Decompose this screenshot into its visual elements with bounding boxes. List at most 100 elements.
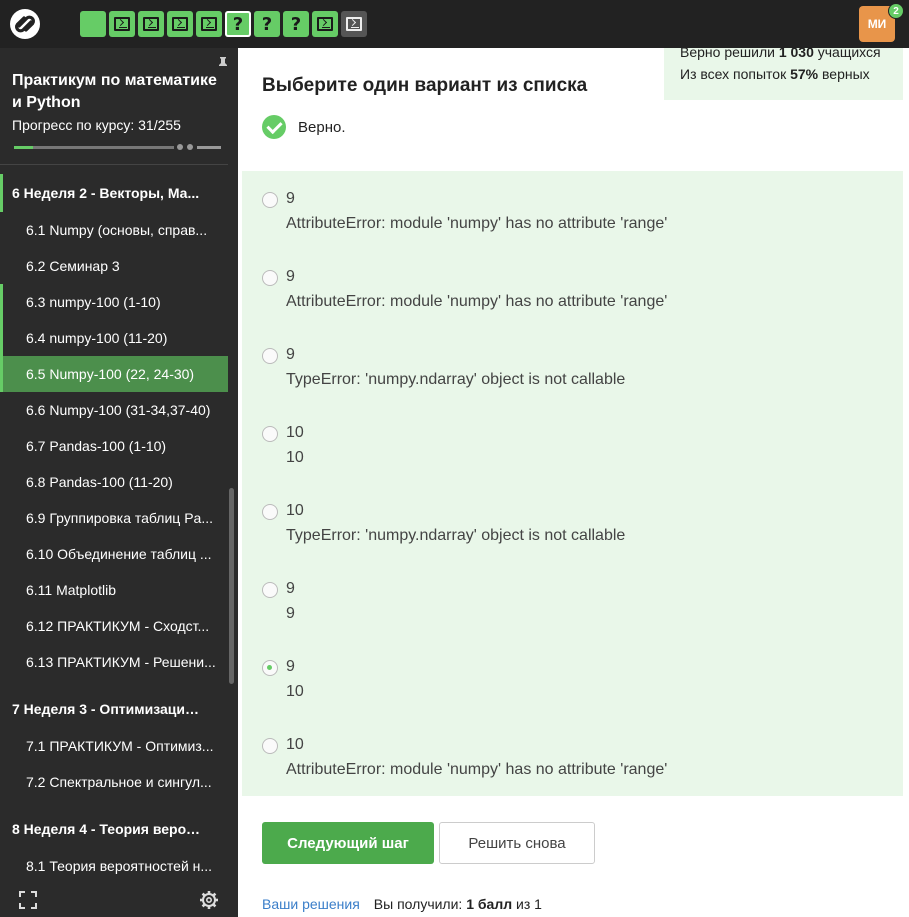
option-line-1: 10 bbox=[286, 424, 304, 441]
option-line-2: TypeError: 'numpy.ndarray' object is not… bbox=[286, 527, 626, 544]
sidebar-lesson-item[interactable]: 6.9 Группировка таблиц Pa... bbox=[0, 500, 228, 536]
radio-unchecked[interactable] bbox=[262, 504, 278, 520]
sidebar-lesson-item[interactable]: 6.5 Numpy-100 (22, 24-30) bbox=[0, 356, 228, 392]
sidebar-lesson-item[interactable]: 7.2 Спектральное и сингул... bbox=[0, 764, 228, 800]
progress-dots bbox=[177, 144, 221, 150]
option-line-2: 9 bbox=[286, 605, 295, 622]
your-solutions-link[interactable]: Ваши решения bbox=[262, 896, 360, 912]
step-9-button[interactable] bbox=[312, 11, 338, 37]
step-3-button[interactable] bbox=[138, 11, 164, 37]
sidebar-item-label: 6.12 ПРАКТИКУМ - Сходст... bbox=[26, 618, 210, 634]
sidebar-item-label: 6.7 Pandas-100 (1-10) bbox=[26, 438, 167, 454]
answer-option[interactable]: 9 10 bbox=[242, 642, 903, 720]
radio-unchecked[interactable] bbox=[262, 348, 278, 364]
answer-option[interactable]: 9 TypeError: 'numpy.ndarray' object is no… bbox=[242, 330, 903, 408]
verdict-text: Верно. bbox=[298, 118, 346, 136]
option-line-2: AttributeError: module 'numpy' has no at… bbox=[286, 293, 668, 310]
notification-badge: 2 bbox=[888, 3, 904, 19]
sidebar-section[interactable]: 6 Неделя 2 - Векторы, Ма... bbox=[0, 174, 228, 212]
sidebar-footer bbox=[0, 883, 238, 917]
gear-icon[interactable] bbox=[199, 890, 219, 910]
sidebar-item-label: 6.4 numpy-100 (11-20) bbox=[26, 330, 168, 346]
step-6-button[interactable]: ? bbox=[225, 11, 251, 37]
sidebar-item-label: 6.11 Matplotlib bbox=[26, 582, 117, 598]
next-step-button[interactable]: Следующий шаг bbox=[262, 822, 434, 864]
code-step-icon bbox=[172, 17, 188, 31]
sidebar-item-label: 6.5 Numpy-100 (22, 24-30) bbox=[26, 366, 195, 382]
radio-unchecked[interactable] bbox=[262, 270, 278, 286]
sidebar-item-label: 6.9 Группировка таблиц Pa... bbox=[26, 510, 213, 526]
step-2-button[interactable] bbox=[109, 11, 135, 37]
quiz-step-icon: ? bbox=[261, 13, 273, 35]
answer-options: 9 AttributeError: module 'numpy' has no a… bbox=[242, 171, 903, 796]
sidebar-lesson-item[interactable]: 6.8 Pandas-100 (11-20) bbox=[0, 464, 228, 500]
answer-option[interactable]: 10 TypeError: 'numpy.ndarray' object is n… bbox=[242, 486, 903, 564]
quiz-step-icon: ? bbox=[290, 13, 302, 35]
option-line-2: AttributeError: module 'numpy' has no at… bbox=[286, 215, 668, 232]
sidebar-lesson-item[interactable]: 8.1 Теория вероятностей н... bbox=[0, 848, 228, 884]
radio-unchecked[interactable] bbox=[262, 192, 278, 208]
sidebar-lesson-item[interactable]: 7.1 ПРАКТИКУМ - Оптимиз... bbox=[0, 728, 228, 764]
course-progress-bar bbox=[14, 146, 174, 149]
step-7-button[interactable]: ? bbox=[254, 11, 280, 37]
answer-option[interactable]: 10 AttributeError: module 'numpy' has no … bbox=[242, 720, 903, 798]
step-1-button[interactable] bbox=[80, 11, 106, 37]
progress-dot bbox=[177, 144, 183, 150]
sidebar-lesson-item[interactable]: 6.12 ПРАКТИКУМ - Сходст... bbox=[0, 608, 228, 644]
solved-stat: Верно решили 1 030 учащихся bbox=[680, 48, 881, 60]
code-step-icon bbox=[317, 17, 333, 31]
step-5-button[interactable] bbox=[196, 11, 222, 37]
answer-option[interactable]: 9 AttributeError: module 'numpy' has no a… bbox=[242, 252, 903, 330]
step-4-button[interactable] bbox=[167, 11, 193, 37]
sidebar-item-label: 7.1 ПРАКТИКУМ - Оптимиз... bbox=[26, 738, 214, 754]
sidebar-lesson-item[interactable]: 6.3 numpy-100 (1-10) bbox=[0, 284, 228, 320]
option-line-2: 10 bbox=[286, 683, 304, 700]
answer-option[interactable]: 99 bbox=[242, 564, 903, 642]
sidebar-section[interactable]: 7 Неделя 3 - Оптимизация... bbox=[0, 690, 228, 728]
fullscreen-icon[interactable] bbox=[19, 891, 37, 909]
course-progress-fill bbox=[14, 146, 34, 149]
sidebar-lesson-item[interactable]: 6.1 Numpy (основы, справ... bbox=[0, 212, 228, 248]
sidebar-lesson-item[interactable]: 6.7 Pandas-100 (1-10) bbox=[0, 428, 228, 464]
option-line-1: 9 bbox=[286, 580, 295, 597]
sidebar-lesson-item[interactable]: 6.2 Семинар 3 bbox=[0, 248, 228, 284]
option-line-1: 9 bbox=[286, 190, 295, 207]
stepik-logo-icon[interactable] bbox=[8, 7, 42, 41]
quiz-step-icon: ? bbox=[232, 13, 244, 35]
sidebar-lesson-item[interactable]: 6.13 ПРАКТИКУМ - Решени... bbox=[0, 644, 228, 680]
top-bar: ??? МИ 2 bbox=[0, 0, 909, 48]
sidebar-lesson-item[interactable]: 6.6 Numpy-100 (31-34,37-40) bbox=[0, 392, 228, 428]
option-line-1: 9 bbox=[286, 268, 295, 285]
option-line-1: 9 bbox=[286, 346, 295, 363]
sidebar-lesson-item[interactable]: 6.11 Matplotlib bbox=[0, 572, 228, 608]
sidebar-item-label: 6.10 Объединение таблиц ... bbox=[26, 546, 212, 562]
course-sidebar: Практикум по математике и Python Прогрес… bbox=[0, 48, 238, 917]
course-title[interactable]: Практикум по математике и Python bbox=[12, 70, 218, 114]
retry-button[interactable]: Решить снова bbox=[439, 822, 595, 864]
radio-checked[interactable] bbox=[262, 660, 278, 676]
code-step-icon bbox=[201, 17, 217, 31]
code-step-icon bbox=[143, 17, 159, 31]
sidebar-lesson-item[interactable]: 6.4 numpy-100 (11-20) bbox=[0, 320, 228, 356]
pin-icon[interactable] bbox=[216, 56, 230, 70]
answer-option[interactable]: 10 10 bbox=[242, 408, 903, 486]
radio-unchecked[interactable] bbox=[262, 582, 278, 598]
sidebar-item-label: 6.13 ПРАКТИКУМ - Решени... bbox=[26, 654, 216, 670]
sidebar-scrollbar[interactable] bbox=[229, 488, 234, 684]
radio-unchecked[interactable] bbox=[262, 738, 278, 754]
step-10-button[interactable] bbox=[341, 11, 367, 37]
answer-option[interactable]: 9 AttributeError: module 'numpy' has no a… bbox=[242, 174, 903, 252]
option-line-2: TypeError: 'numpy.ndarray' object is not… bbox=[286, 371, 626, 388]
progress-dot bbox=[187, 144, 193, 150]
sidebar-item-label: 6 Неделя 2 - Векторы, Ма... bbox=[12, 185, 200, 201]
option-line-1: 10 bbox=[286, 736, 304, 753]
radio-unchecked[interactable] bbox=[262, 426, 278, 442]
sidebar-item-label: 6.3 numpy-100 (1-10) bbox=[26, 294, 161, 310]
sidebar-lesson-item[interactable]: 6.10 Объединение таблиц ... bbox=[0, 536, 228, 572]
step-8-button[interactable]: ? bbox=[283, 11, 309, 37]
sidebar-item-label: 6.8 Pandas-100 (11-20) bbox=[26, 474, 173, 490]
sidebar-section[interactable]: 8 Неделя 4 - Теория вероя... bbox=[0, 810, 228, 848]
question-title: Выберите один вариант из списка bbox=[262, 75, 588, 96]
